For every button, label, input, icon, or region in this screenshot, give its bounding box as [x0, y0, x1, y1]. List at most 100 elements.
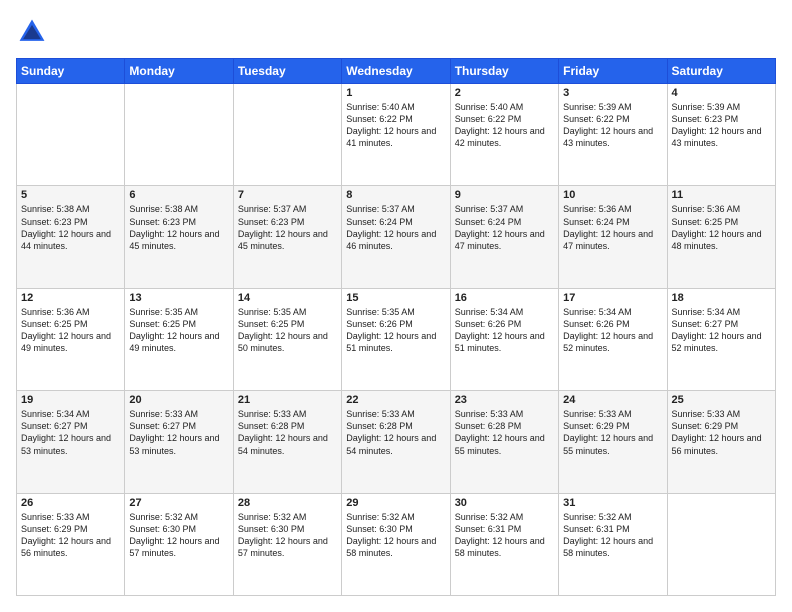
- day-info: Sunrise: 5:35 AM Sunset: 6:26 PM Dayligh…: [346, 306, 445, 355]
- calendar-cell: 8Sunrise: 5:37 AM Sunset: 6:24 PM Daylig…: [342, 186, 450, 288]
- calendar-cell: 15Sunrise: 5:35 AM Sunset: 6:26 PM Dayli…: [342, 288, 450, 390]
- day-number: 25: [672, 394, 771, 406]
- day-number: 4: [672, 87, 771, 99]
- calendar-header-thursday: Thursday: [450, 59, 558, 84]
- calendar-week-row: 26 Sunrise: 5:33 AM Sunset: 6:29 PM Dayli…: [17, 493, 776, 595]
- calendar-cell: 26 Sunrise: 5:33 AM Sunset: 6:29 PM Dayli…: [17, 493, 125, 595]
- logo: [16, 16, 52, 48]
- day-info: Sunrise: 5:36 AM Sunset: 6:25 PM Dayligh…: [21, 306, 120, 355]
- day-info: Sunrise: 5:37 AM Sunset: 6:24 PM Dayligh…: [455, 203, 554, 252]
- day-info: Sunrise: 5:36 AM Sunset: 6:25 PM Dayligh…: [672, 203, 771, 252]
- day-number: 10: [563, 189, 662, 201]
- calendar-cell: 12 Sunrise: 5:36 AM Sunset: 6:25 PM Dayli…: [17, 288, 125, 390]
- calendar-cell: 17 Sunrise: 5:34 AM Sunset: 6:26 PM Dayli…: [559, 288, 667, 390]
- calendar-cell: 16 Sunrise: 5:34 AM Sunset: 6:26 PM Dayli…: [450, 288, 558, 390]
- day-info: Sunrise: 5:34 AM Sunset: 6:27 PM Dayligh…: [672, 306, 771, 355]
- day-number: 3: [563, 87, 662, 99]
- day-info: Sunrise: 5:34 AM Sunset: 6:26 PM Dayligh…: [563, 306, 662, 355]
- calendar-cell: 3 Sunrise: 5:39 AM Sunset: 6:22 PM Daylig…: [559, 84, 667, 186]
- day-info: Sunrise: 5:34 AM Sunset: 6:27 PM Dayligh…: [21, 408, 120, 457]
- day-number: 12: [21, 292, 120, 304]
- day-number: 16: [455, 292, 554, 304]
- calendar-cell: 25 Sunrise: 5:33 AM Sunset: 6:29 PM Dayli…: [667, 391, 775, 493]
- day-number: 18: [672, 292, 771, 304]
- calendar-cell: 11Sunrise: 5:36 AM Sunset: 6:25 PM Dayli…: [667, 186, 775, 288]
- calendar-cell: 29Sunrise: 5:32 AM Sunset: 6:30 PM Dayli…: [342, 493, 450, 595]
- day-info: Sunrise: 5:32 AM Sunset: 6:30 PM Dayligh…: [238, 511, 337, 560]
- calendar-table: SundayMondayTuesdayWednesdayThursdayFrid…: [16, 58, 776, 596]
- day-info: Sunrise: 5:35 AM Sunset: 6:25 PM Dayligh…: [129, 306, 228, 355]
- calendar-cell: 1 Sunrise: 5:40 AM Sunset: 6:22 PM Daylig…: [342, 84, 450, 186]
- day-number: 5: [21, 189, 120, 201]
- day-number: 23: [455, 394, 554, 406]
- day-number: 13: [129, 292, 228, 304]
- day-number: 24: [563, 394, 662, 406]
- calendar-cell: 9 Sunrise: 5:37 AM Sunset: 6:24 PM Daylig…: [450, 186, 558, 288]
- day-info: Sunrise: 5:33 AM Sunset: 6:28 PM Dayligh…: [455, 408, 554, 457]
- calendar-header-saturday: Saturday: [667, 59, 775, 84]
- calendar-header-tuesday: Tuesday: [233, 59, 341, 84]
- day-number: 31: [563, 497, 662, 509]
- calendar-cell: 4 Sunrise: 5:39 AM Sunset: 6:23 PM Daylig…: [667, 84, 775, 186]
- day-info: Sunrise: 5:38 AM Sunset: 6:23 PM Dayligh…: [21, 203, 120, 252]
- calendar-cell: 13 Sunrise: 5:35 AM Sunset: 6:25 PM Dayli…: [125, 288, 233, 390]
- calendar-cell: 23 Sunrise: 5:33 AM Sunset: 6:28 PM Dayli…: [450, 391, 558, 493]
- calendar-cell: [233, 84, 341, 186]
- day-info: Sunrise: 5:33 AM Sunset: 6:29 PM Dayligh…: [672, 408, 771, 457]
- day-info: Sunrise: 5:33 AM Sunset: 6:28 PM Dayligh…: [238, 408, 337, 457]
- day-info: Sunrise: 5:33 AM Sunset: 6:29 PM Dayligh…: [21, 511, 120, 560]
- calendar-cell: 27 Sunrise: 5:32 AM Sunset: 6:30 PM Dayli…: [125, 493, 233, 595]
- day-info: Sunrise: 5:35 AM Sunset: 6:25 PM Dayligh…: [238, 306, 337, 355]
- calendar-week-row: 1 Sunrise: 5:40 AM Sunset: 6:22 PM Daylig…: [17, 84, 776, 186]
- calendar-cell: [667, 493, 775, 595]
- calendar-cell: 14 Sunrise: 5:35 AM Sunset: 6:25 PM Dayli…: [233, 288, 341, 390]
- day-info: Sunrise: 5:40 AM Sunset: 6:22 PM Dayligh…: [455, 101, 554, 150]
- day-number: 28: [238, 497, 337, 509]
- calendar-cell: 30 Sunrise: 5:32 AM Sunset: 6:31 PM Dayli…: [450, 493, 558, 595]
- header: [16, 16, 776, 48]
- day-info: Sunrise: 5:33 AM Sunset: 6:29 PM Dayligh…: [563, 408, 662, 457]
- calendar-cell: [17, 84, 125, 186]
- day-info: Sunrise: 5:38 AM Sunset: 6:23 PM Dayligh…: [129, 203, 228, 252]
- day-number: 21: [238, 394, 337, 406]
- day-info: Sunrise: 5:39 AM Sunset: 6:22 PM Dayligh…: [563, 101, 662, 150]
- day-info: Sunrise: 5:32 AM Sunset: 6:31 PM Dayligh…: [563, 511, 662, 560]
- calendar-week-row: 19 Sunrise: 5:34 AM Sunset: 6:27 PM Dayli…: [17, 391, 776, 493]
- day-info: Sunrise: 5:32 AM Sunset: 6:31 PM Dayligh…: [455, 511, 554, 560]
- calendar-header-sunday: Sunday: [17, 59, 125, 84]
- calendar-cell: 24 Sunrise: 5:33 AM Sunset: 6:29 PM Dayli…: [559, 391, 667, 493]
- day-info: Sunrise: 5:34 AM Sunset: 6:26 PM Dayligh…: [455, 306, 554, 355]
- day-info: Sunrise: 5:37 AM Sunset: 6:23 PM Dayligh…: [238, 203, 337, 252]
- page: SundayMondayTuesdayWednesdayThursdayFrid…: [0, 0, 792, 612]
- day-number: 27: [129, 497, 228, 509]
- day-info: Sunrise: 5:33 AM Sunset: 6:28 PM Dayligh…: [346, 408, 445, 457]
- day-number: 19: [21, 394, 120, 406]
- calendar-header-monday: Monday: [125, 59, 233, 84]
- calendar-cell: 2Sunrise: 5:40 AM Sunset: 6:22 PM Daylig…: [450, 84, 558, 186]
- day-number: 8: [346, 189, 445, 201]
- calendar-header-friday: Friday: [559, 59, 667, 84]
- calendar-cell: 20Sunrise: 5:33 AM Sunset: 6:27 PM Dayli…: [125, 391, 233, 493]
- calendar-cell: 7Sunrise: 5:37 AM Sunset: 6:23 PM Daylig…: [233, 186, 341, 288]
- day-info: Sunrise: 5:39 AM Sunset: 6:23 PM Dayligh…: [672, 101, 771, 150]
- day-number: 9: [455, 189, 554, 201]
- calendar-week-row: 12 Sunrise: 5:36 AM Sunset: 6:25 PM Dayli…: [17, 288, 776, 390]
- day-number: 1: [346, 87, 445, 99]
- day-number: 17: [563, 292, 662, 304]
- day-number: 30: [455, 497, 554, 509]
- day-number: 22: [346, 394, 445, 406]
- calendar-cell: [125, 84, 233, 186]
- calendar-cell: 22 Sunrise: 5:33 AM Sunset: 6:28 PM Dayli…: [342, 391, 450, 493]
- day-number: 29: [346, 497, 445, 509]
- calendar-header-row: SundayMondayTuesdayWednesdayThursdayFrid…: [17, 59, 776, 84]
- day-info: Sunrise: 5:32 AM Sunset: 6:30 PM Dayligh…: [129, 511, 228, 560]
- calendar-cell: 31 Sunrise: 5:32 AM Sunset: 6:31 PM Dayli…: [559, 493, 667, 595]
- day-number: 26: [21, 497, 120, 509]
- day-info: Sunrise: 5:36 AM Sunset: 6:24 PM Dayligh…: [563, 203, 662, 252]
- calendar-cell: 5 Sunrise: 5:38 AM Sunset: 6:23 PM Daylig…: [17, 186, 125, 288]
- day-info: Sunrise: 5:40 AM Sunset: 6:22 PM Dayligh…: [346, 101, 445, 150]
- calendar-cell: 28 Sunrise: 5:32 AM Sunset: 6:30 PM Dayli…: [233, 493, 341, 595]
- calendar-cell: 6Sunrise: 5:38 AM Sunset: 6:23 PM Daylig…: [125, 186, 233, 288]
- day-number: 14: [238, 292, 337, 304]
- calendar-cell: 21 Sunrise: 5:33 AM Sunset: 6:28 PM Dayli…: [233, 391, 341, 493]
